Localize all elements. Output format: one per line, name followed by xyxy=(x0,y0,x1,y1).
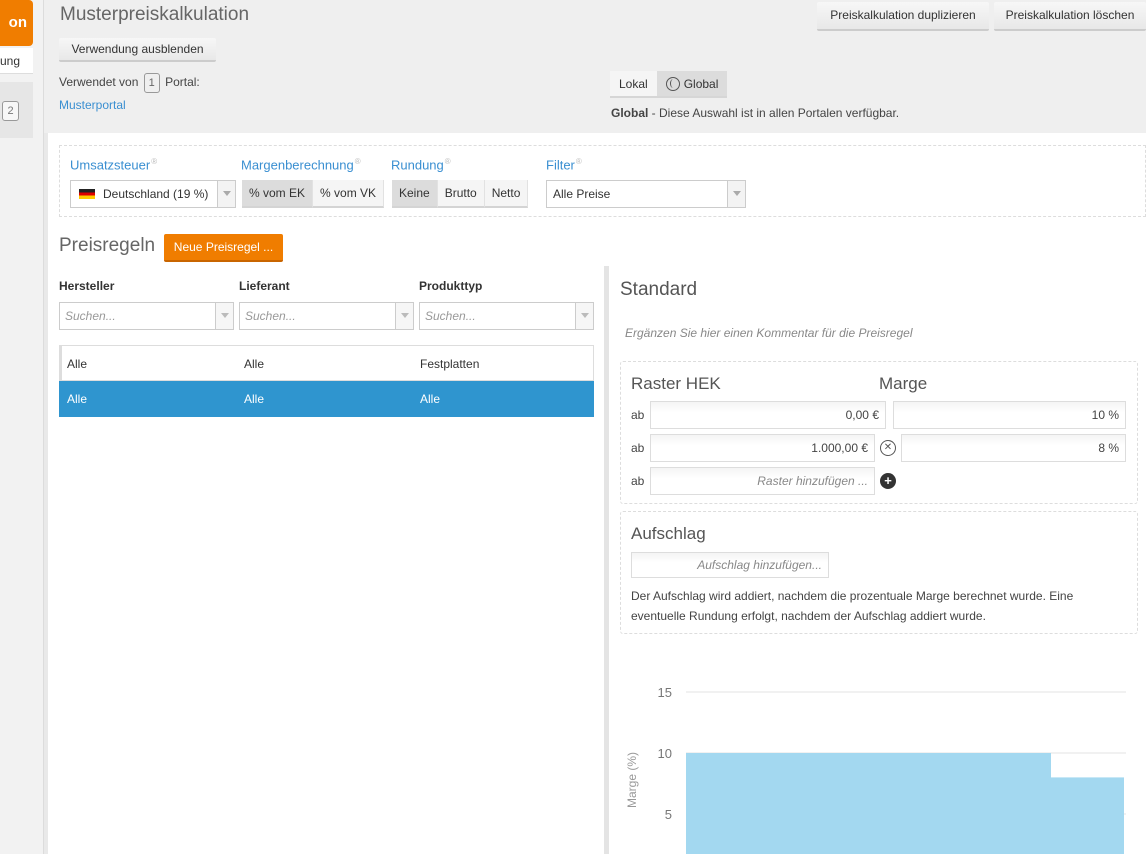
margin-option-ek[interactable]: % vom EK xyxy=(242,180,314,208)
main-content: Umsatzsteuer® Deutschland (19 %) Margenb… xyxy=(48,133,1146,854)
rounding-option-none[interactable]: Keine xyxy=(392,180,438,208)
cell-produkttyp: Festplatten xyxy=(420,357,480,371)
vat-value: Deutschland (19 %) xyxy=(103,187,209,201)
filter-label: Filter® xyxy=(546,157,582,173)
scope-global-button[interactable]: Global xyxy=(656,71,728,98)
margin-calc-label: Margenberechnung® xyxy=(241,157,361,173)
chart-area-segment xyxy=(1051,777,1124,854)
remove-tier-icon[interactable]: ✕ xyxy=(880,440,896,456)
ab-label: ab xyxy=(631,408,645,422)
tier-margin-input[interactable]: 8 % xyxy=(901,434,1126,462)
rules-title: Preisregeln xyxy=(59,235,156,256)
comment-input[interactable]: Ergänzen Sie hier einen Kommentar für di… xyxy=(625,326,912,340)
portal-link[interactable]: Musterportal xyxy=(59,98,126,112)
raster-box: Raster HEK Marge ab 0,00 € 10 % ab 1.000… xyxy=(620,361,1138,504)
scope-local-button[interactable]: Lokal xyxy=(610,71,657,98)
chevron-down-icon xyxy=(575,303,593,329)
delete-button[interactable]: Preiskalkulation löschen xyxy=(994,2,1146,31)
surcharge-note: Der Aufschlag wird addiert, nachdem die … xyxy=(631,589,1074,623)
cell-lieferant: Alle xyxy=(244,357,265,371)
rounding-toggle: Keine Brutto Netto xyxy=(392,180,529,208)
column-header-produkttyp: Produkttyp xyxy=(419,279,483,293)
scope-toggle: Lokal Global xyxy=(610,71,728,98)
filter-value: Alle Preise xyxy=(553,187,611,201)
add-tier-input[interactable]: Raster hinzufügen ... xyxy=(650,467,875,495)
cell-lieferant: Alle xyxy=(244,392,265,406)
chevron-down-icon xyxy=(395,303,413,329)
column-header-hersteller: Hersteller xyxy=(59,279,115,293)
ab-label: ab xyxy=(631,474,645,488)
surcharge-title: Aufschlag xyxy=(631,524,706,543)
margin-chart: Marge (%) 5 10 15 xyxy=(620,653,1146,854)
margin-option-vk[interactable]: % vom VK xyxy=(313,180,385,208)
rounding-label: Rundung® xyxy=(391,157,451,173)
add-surcharge-input[interactable]: Aufschlag hinzufügen... xyxy=(631,552,829,578)
column-header-lieferant: Lieferant xyxy=(239,279,290,293)
used-by-suffix: Portal: xyxy=(165,75,200,90)
chart-y-tick-label: 15 xyxy=(658,685,672,700)
globe-icon xyxy=(665,77,680,91)
margin-chart-svg: 5 10 15 xyxy=(658,685,1126,854)
filter-select[interactable]: Alle Preise xyxy=(546,180,746,208)
margin-title: Marge xyxy=(879,374,928,393)
rules-table: Alle Alle Festplatten Alle Alle Alle xyxy=(59,345,594,417)
margin-calc-toggle: % vom EK % vom VK xyxy=(242,180,385,208)
scope-description-bold: Global xyxy=(611,106,649,120)
chevron-down-icon xyxy=(727,181,745,207)
info-icon[interactable]: ® xyxy=(151,157,157,166)
hide-usage-button[interactable]: Verwendung ausblenden xyxy=(59,38,216,62)
chevron-down-icon xyxy=(215,303,233,329)
vat-select[interactable]: Deutschland (19 %) xyxy=(70,180,236,208)
search-lieferant-input[interactable]: Suchen... xyxy=(239,302,414,330)
sidebar-count-badge: 2 xyxy=(2,101,19,121)
chevron-down-icon xyxy=(217,181,235,207)
tier-from-input[interactable]: 0,00 € xyxy=(650,401,886,429)
rule-title: Standard xyxy=(620,279,698,300)
page-title: Musterpreiskalkulation xyxy=(60,4,250,25)
duplicate-button[interactable]: Preiskalkulation duplizieren xyxy=(817,2,989,31)
tier-margin-input[interactable]: 10 % xyxy=(893,401,1126,429)
info-icon[interactable]: ® xyxy=(355,157,361,166)
scope-description: Global - Diese Auswahl ist in allen Port… xyxy=(611,106,899,120)
chart-y-tick-label: 10 xyxy=(658,746,672,761)
new-rule-button[interactable]: Neue Preisregel ... xyxy=(164,234,283,262)
scope-global-label: Global xyxy=(683,77,719,91)
info-icon[interactable]: ® xyxy=(576,157,582,166)
surcharge-box: Aufschlag Aufschlag hinzufügen... Der Au… xyxy=(620,511,1138,634)
cell-hersteller: Alle xyxy=(67,392,88,406)
rounding-option-gross[interactable]: Brutto xyxy=(437,180,485,208)
used-by-info: Verwendet von 1 Portal: xyxy=(59,73,200,93)
chart-area-segment xyxy=(686,753,1051,854)
table-row-selected[interactable]: Alle Alle Alle xyxy=(59,381,594,417)
rounding-option-net[interactable]: Netto xyxy=(484,180,529,208)
scope-description-text: - Diese Auswahl ist in allen Portalen ve… xyxy=(648,106,900,120)
tier-from-input[interactable]: 1.000,00 € xyxy=(650,434,875,462)
search-produkttyp-input[interactable]: Suchen... xyxy=(419,302,594,330)
raster-title: Raster HEK xyxy=(631,374,721,393)
panel-divider[interactable] xyxy=(604,266,609,854)
search-hersteller-input[interactable]: Suchen... xyxy=(59,302,234,330)
add-tier-icon[interactable]: + xyxy=(880,473,896,489)
sidebar-item[interactable]: ung xyxy=(0,48,33,74)
used-by-count-badge: 1 xyxy=(143,73,160,93)
header: Musterpreiskalkulation Preiskalkulation … xyxy=(44,0,1146,133)
used-by-prefix: Verwendet von xyxy=(59,75,139,90)
cell-produkttyp: Alle xyxy=(420,392,441,406)
filter-bar: Umsatzsteuer® Deutschland (19 %) Margenb… xyxy=(59,145,1146,217)
table-row[interactable]: Alle Alle Festplatten xyxy=(59,345,594,381)
german-flag-icon xyxy=(79,189,95,199)
sidebar-orange-button[interactable]: on xyxy=(0,0,33,46)
chart-y-tick-label: 5 xyxy=(665,807,672,822)
vat-label: Umsatzsteuer® xyxy=(70,157,158,173)
ab-label: ab xyxy=(631,441,645,455)
info-icon[interactable]: ® xyxy=(445,157,451,166)
cell-hersteller: Alle xyxy=(67,357,88,371)
